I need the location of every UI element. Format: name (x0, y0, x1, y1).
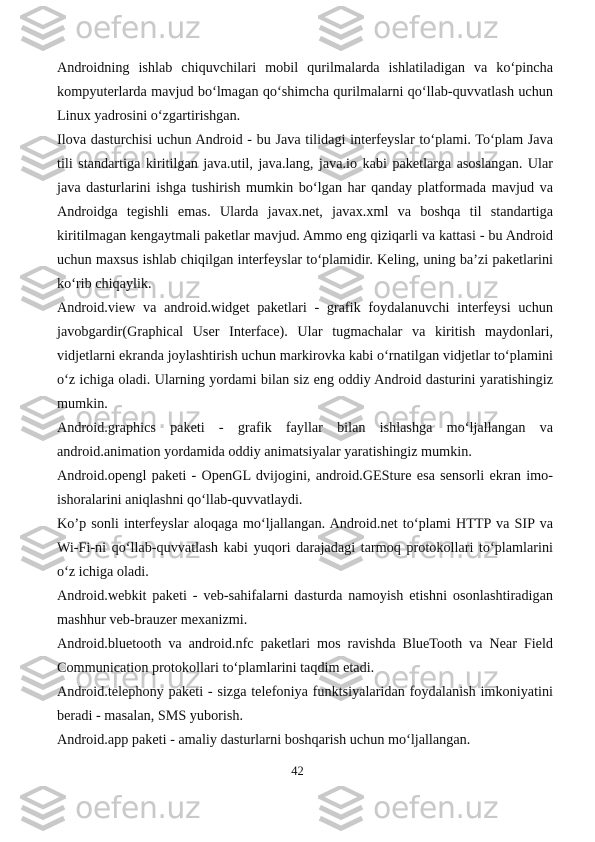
document-body: Androidning ishlab chiquvchilari mobil q… (57, 56, 553, 752)
body-paragraph: Android.graphics paketi - grafik fayllar… (57, 420, 553, 460)
body-paragraph: Ko’p sonli interfeyslar aloqaga mo‘ljall… (57, 516, 553, 580)
body-paragraph: Ilova dasturchisi uchun Android - bu Jav… (57, 132, 553, 292)
page-number: 42 (291, 764, 304, 778)
watermark-label: oefen.uz (75, 791, 201, 826)
stacked-chevron-logo-icon (17, 784, 69, 832)
stacked-chevron-logo-icon (315, 4, 367, 52)
watermark-tile: oefen.uz (315, 4, 499, 52)
stacked-chevron-logo-icon (17, 4, 69, 52)
stacked-chevron-logo-icon (315, 784, 367, 832)
watermark-tile: oefen.uz (17, 4, 201, 52)
body-paragraph: Android.telephony paketi - sizga telefon… (57, 684, 553, 724)
body-paragraph: Android.webkit paketi - veb-sahifalarni … (57, 588, 553, 628)
watermark-label: oefen.uz (75, 11, 201, 46)
body-paragraph: Android.opengl paketi - OpenGL dvijogini… (57, 468, 553, 508)
watermark-tile: oefen.uz (17, 784, 201, 832)
body-paragraph: Androidning ishlab chiquvchilari mobil q… (57, 60, 553, 124)
watermark-label: oefen.uz (373, 791, 499, 826)
document-page: oefen.uz oefen.uz oefen.uz oefen.uz oefen.uz… (0, 0, 595, 842)
body-paragraph: Android.bluetooth va android.nfc paketla… (57, 636, 553, 676)
watermark-label: oefen.uz (373, 11, 499, 46)
watermark-tile: oefen.uz (315, 784, 499, 832)
body-paragraph: Android.app paketi - amaliy dasturlarni … (57, 732, 471, 748)
body-paragraph: Android.view va android.widget paketlari… (57, 300, 553, 412)
